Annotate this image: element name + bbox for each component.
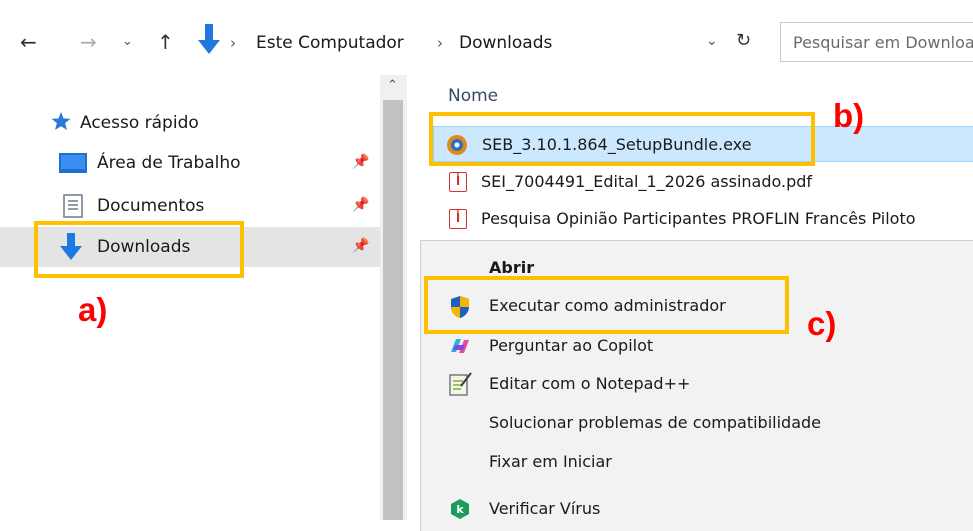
back-arrow-icon[interactable]: ← (20, 30, 37, 54)
address-dropdown-chevron-icon[interactable]: ⌄ (706, 33, 718, 49)
highlight-box-b (429, 112, 815, 166)
highlight-box-a (34, 221, 244, 278)
nav-item-area-de-trabalho[interactable]: Área de Trabalho 📌 (0, 143, 380, 183)
recent-locations-chevron-icon[interactable]: ⌄ (122, 30, 133, 54)
file-name: SEI_7004491_Edital_1_2026 assinado.pdf (481, 172, 813, 191)
nav-item-label: Documentos (97, 196, 205, 216)
menu-item-label: Verificar Vírus (489, 499, 601, 518)
svg-text:k: k (456, 503, 464, 516)
annotation-label-c: c) (807, 305, 837, 342)
documents-icon (63, 194, 83, 218)
menu-item-label: Perguntar ao Copilot (489, 336, 654, 355)
search-box[interactable] (780, 22, 973, 62)
breadcrumb-separator-icon: › (437, 34, 443, 52)
menu-item-solucionar-problemas[interactable]: Solucionar problemas de compatibilidade (420, 404, 973, 442)
menu-item-label: Solucionar problemas de compatibilidade (489, 413, 821, 432)
file-name: Pesquisa Opinião Participantes PROFLIN F… (481, 209, 916, 228)
file-row-sei-edital[interactable]: أ SEI_7004491_Edital_1_2026 assinado.pdf (433, 164, 973, 200)
copilot-icon (451, 339, 469, 353)
column-header-name[interactable]: Nome (448, 86, 498, 106)
menu-item-fixar-em-iniciar[interactable]: Fixar em Iniciar (420, 443, 973, 481)
nav-pane-scroll-thumb[interactable] (383, 100, 403, 520)
nav-item-quick-access[interactable]: Acesso rápido (80, 113, 199, 133)
nav-item-documentos[interactable]: Documentos 📌 (0, 186, 380, 226)
file-row-pesquisa-opiniao[interactable]: أ Pesquisa Opinião Participantes PROFLIN… (433, 201, 973, 237)
breadcrumb-separator-icon: › (230, 34, 236, 52)
search-input[interactable] (793, 31, 973, 53)
menu-item-verificar-virus[interactable]: k Verificar Vírus (420, 490, 973, 528)
pin-icon[interactable]: 📌 (352, 238, 369, 254)
kaspersky-icon: k (451, 499, 469, 519)
up-arrow-icon[interactable]: ↑ (157, 30, 174, 54)
pin-icon[interactable]: 📌 (352, 197, 369, 213)
notepadpp-icon (449, 372, 472, 396)
quick-access-star-icon (51, 112, 71, 130)
downloads-location-icon (198, 24, 220, 54)
desktop-icon (59, 153, 87, 173)
menu-item-label: Fixar em Iniciar (489, 452, 612, 471)
highlight-box-c (424, 276, 789, 334)
pdf-icon: أ (449, 209, 467, 229)
menu-item-editar-com-notepadpp[interactable]: Editar com o Notepad++ (420, 365, 973, 403)
pdf-icon: أ (449, 172, 467, 192)
breadcrumb-downloads[interactable]: Downloads (459, 33, 552, 53)
annotation-label-b: b) (833, 97, 865, 134)
scroll-up-arrow-icon[interactable]: ⌃ (387, 78, 398, 93)
menu-item-label: Editar com o Notepad++ (489, 374, 691, 393)
pin-icon[interactable]: 📌 (352, 154, 369, 170)
annotation-label-a: a) (78, 291, 108, 328)
refresh-icon[interactable]: ↻ (736, 30, 751, 51)
menu-item-label: Abrir (489, 258, 535, 277)
nav-item-label: Área de Trabalho (97, 153, 241, 173)
breadcrumb-este-computador[interactable]: Este Computador (256, 33, 404, 53)
forward-arrow-icon[interactable]: → (80, 30, 97, 54)
